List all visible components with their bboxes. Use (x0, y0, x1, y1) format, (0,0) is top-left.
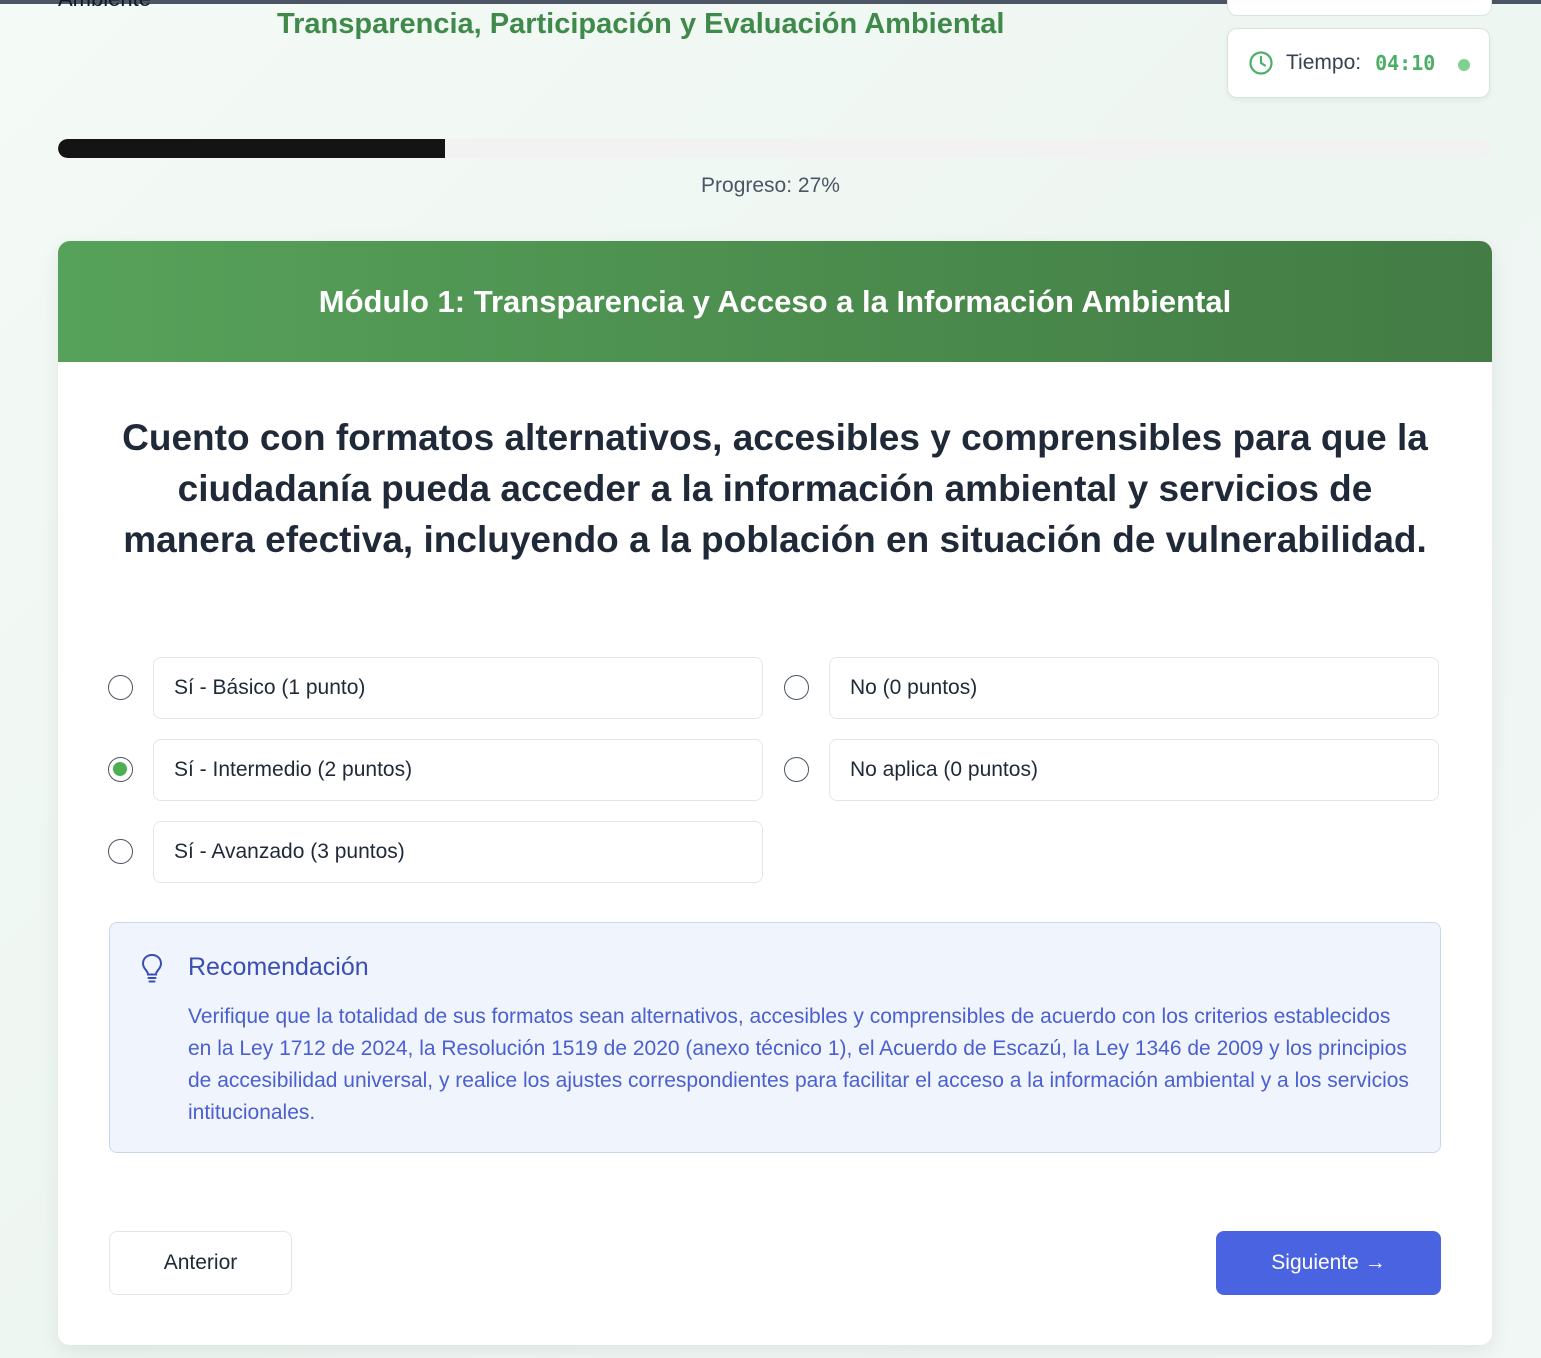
option-no-aplica[interactable]: No aplica (0 puntos) (784, 739, 1444, 801)
option-label-box[interactable]: Sí - Básico (1 punto) (153, 657, 763, 719)
progress-fill (58, 139, 445, 158)
option-label: Sí - Básico (1 punto) (174, 676, 366, 699)
timer-value: 04:10 (1375, 51, 1436, 75)
next-button[interactable]: Siguiente → (1216, 1231, 1441, 1295)
option-no[interactable]: No (0 puntos) (784, 657, 1444, 719)
radio-button[interactable] (784, 675, 809, 700)
option-label-box[interactable]: Sí - Intermedio (2 puntos) (153, 739, 763, 801)
radio-button[interactable] (108, 839, 133, 864)
recommendation-title: Recomendación (188, 953, 369, 981)
module-header: Módulo 1: Transparencia y Acceso a la In… (58, 241, 1492, 362)
option-intermedio[interactable]: Sí - Intermedio (2 puntos) (108, 739, 768, 801)
app-title: Transparencia, Participación y Evaluació… (277, 8, 1005, 40)
clock-icon (1248, 50, 1274, 76)
question-text: Cuento con formatos alternativos, accesi… (122, 417, 1428, 560)
timer-status-dot (1458, 59, 1470, 71)
option-label-box[interactable]: No (0 puntos) (829, 657, 1439, 719)
radio-button[interactable] (784, 757, 809, 782)
lightbulb-icon (140, 953, 164, 985)
option-label: Sí - Avanzado (3 puntos) (174, 840, 405, 863)
option-label: No aplica (0 puntos) (850, 758, 1038, 781)
option-label-box[interactable]: Sí - Avanzado (3 puntos) (153, 821, 763, 883)
option-label: Sí - Intermedio (2 puntos) (174, 758, 413, 781)
recommendation-text: Verifique que la totalidad de sus format… (188, 1005, 1409, 1124)
previous-button[interactable]: Anterior (109, 1231, 292, 1295)
radio-button-selected[interactable] (108, 757, 133, 782)
option-basico[interactable]: Sí - Básico (1 punto) (108, 657, 768, 719)
timer-card: Tiempo: 04:10 (1227, 28, 1490, 98)
option-label-box[interactable]: No aplica (0 puntos) (829, 739, 1439, 801)
header-cut-label: Ambiente (58, 0, 151, 12)
recommendation-box: Recomendación Verifique que la totalidad… (109, 922, 1441, 1153)
option-label: No (0 puntos) (850, 676, 978, 699)
option-avanzado[interactable]: Sí - Avanzado (3 puntos) (108, 821, 768, 883)
progress-label: Progreso: 27% (701, 174, 840, 197)
timer-label: Tiempo: (1286, 51, 1362, 74)
module-title: Módulo 1: Transparencia y Acceso a la In… (318, 283, 1232, 319)
header-info-card (1227, 0, 1492, 16)
radio-button[interactable] (108, 675, 133, 700)
progress-bar (58, 139, 1491, 158)
question-card: Módulo 1: Transparencia y Acceso a la In… (58, 241, 1492, 1345)
